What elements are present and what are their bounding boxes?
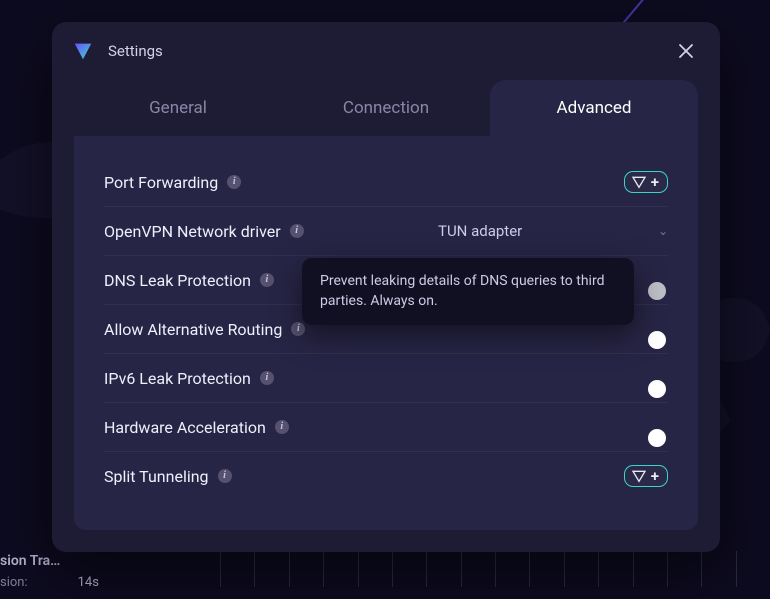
background-session-stats: sion Tra… sion: 14s [0,553,99,593]
row-openvpn-driver: OpenVPN Network driver i TUN adapter ⌄ [104,207,668,256]
row-hw-accel: Hardware Acceleration i [104,403,668,452]
plus-icon: + [651,469,659,484]
row-ipv6-leak: IPv6 Leak Protection i [104,354,668,403]
tab-general[interactable]: General [74,80,282,136]
port-forwarding-label: Port Forwarding [104,173,218,192]
split-tunneling-label: Split Tunneling [104,467,209,486]
dns-leak-label: DNS Leak Protection [104,271,251,290]
logo-mini-icon [631,468,647,484]
session-header: sion Tra… [0,553,99,569]
chart-gridlines [220,551,770,587]
info-icon[interactable]: i [260,273,274,287]
info-icon[interactable]: i [291,322,305,336]
titlebar: Settings [52,22,720,80]
openvpn-driver-dropdown[interactable]: TUN adapter ⌄ [438,222,668,240]
tab-label: General [149,98,207,118]
row-split-tunneling: Split Tunneling i + [104,452,668,500]
info-icon[interactable]: i [290,224,304,238]
info-icon[interactable]: i [260,371,274,385]
info-icon[interactable]: i [275,420,289,434]
info-icon[interactable]: i [227,175,241,189]
tabs: General Connection Advanced [74,80,698,136]
tooltip-text: Prevent leaking details of DNS queries t… [320,273,604,309]
tab-connection[interactable]: Connection [282,80,490,136]
port-forwarding-upgrade-button[interactable]: + [624,171,668,193]
modal-title: Settings [108,42,163,60]
chevron-down-icon: ⌄ [658,224,668,238]
tab-label: Connection [343,98,429,118]
close-button[interactable] [672,37,700,65]
ipv6-leak-label: IPv6 Leak Protection [104,369,251,388]
hw-accel-label: Hardware Acceleration [104,418,266,437]
info-icon[interactable]: i [218,469,232,483]
dropdown-value: TUN adapter [438,222,522,240]
dns-leak-tooltip: Prevent leaking details of DNS queries t… [302,258,634,325]
logo-mini-icon [631,174,647,190]
session-value: 14s [78,575,99,590]
app-logo-icon [72,40,94,62]
split-tunneling-upgrade-button[interactable]: + [624,465,668,487]
plus-icon: + [651,175,659,190]
session-label: sion: [0,575,28,590]
openvpn-driver-label: OpenVPN Network driver [104,222,281,241]
advanced-panel: Port Forwarding i + OpenVPN Network driv… [74,136,698,530]
alt-routing-label: Allow Alternative Routing [104,320,282,339]
row-port-forwarding: Port Forwarding i + [104,158,668,207]
tab-advanced[interactable]: Advanced [490,80,698,136]
close-icon [678,43,694,59]
tab-label: Advanced [557,98,632,118]
